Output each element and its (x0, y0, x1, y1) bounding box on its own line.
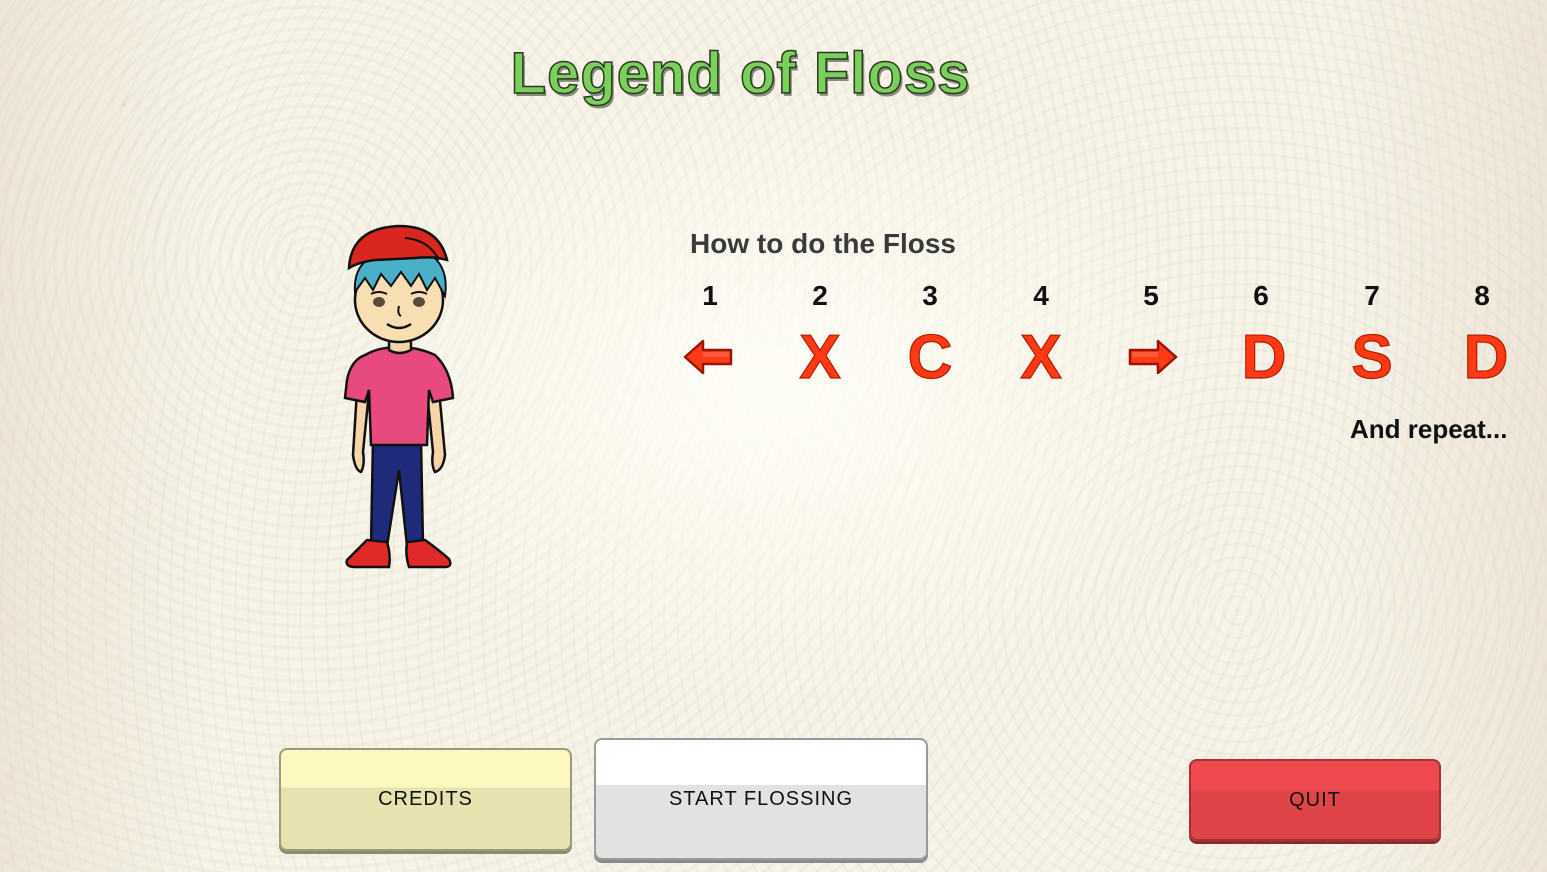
step-key-symbol: D (1241, 322, 1287, 392)
step-number: 4 (1033, 280, 1049, 311)
start-flossing-button[interactable]: START FLOSSING (594, 738, 928, 860)
repeat-note: And repeat... (1350, 414, 1508, 444)
step-key-symbol: X (799, 322, 842, 392)
step-number: 6 (1253, 280, 1269, 311)
start-flossing-button-label: START FLOSSING (668, 787, 854, 810)
left-arrow-icon (668, 322, 748, 392)
step-key-symbol: S (1351, 322, 1394, 392)
credits-button-label: CREDITS (378, 788, 473, 810)
step-number: 2 (812, 280, 828, 311)
floss-character (343, 224, 455, 569)
step-key-symbol: C (907, 322, 953, 392)
step-number: 8 (1474, 280, 1490, 311)
game-title: Legend of Floss (510, 40, 971, 107)
step-number: 1 (702, 280, 718, 311)
right-arrow-icon (1113, 322, 1193, 392)
credits-button[interactable]: CREDITS (279, 748, 572, 851)
step-key-symbol: D (1463, 322, 1509, 392)
step-number: 7 (1364, 280, 1380, 311)
quit-button-label: QUIT (1289, 788, 1341, 811)
step-key-symbol: X (1020, 322, 1063, 392)
quit-button[interactable]: QUIT (1189, 759, 1441, 841)
step-number: 5 (1143, 280, 1159, 311)
step-number: 3 (922, 280, 938, 311)
how-to-heading: How to do the Floss (690, 228, 956, 259)
